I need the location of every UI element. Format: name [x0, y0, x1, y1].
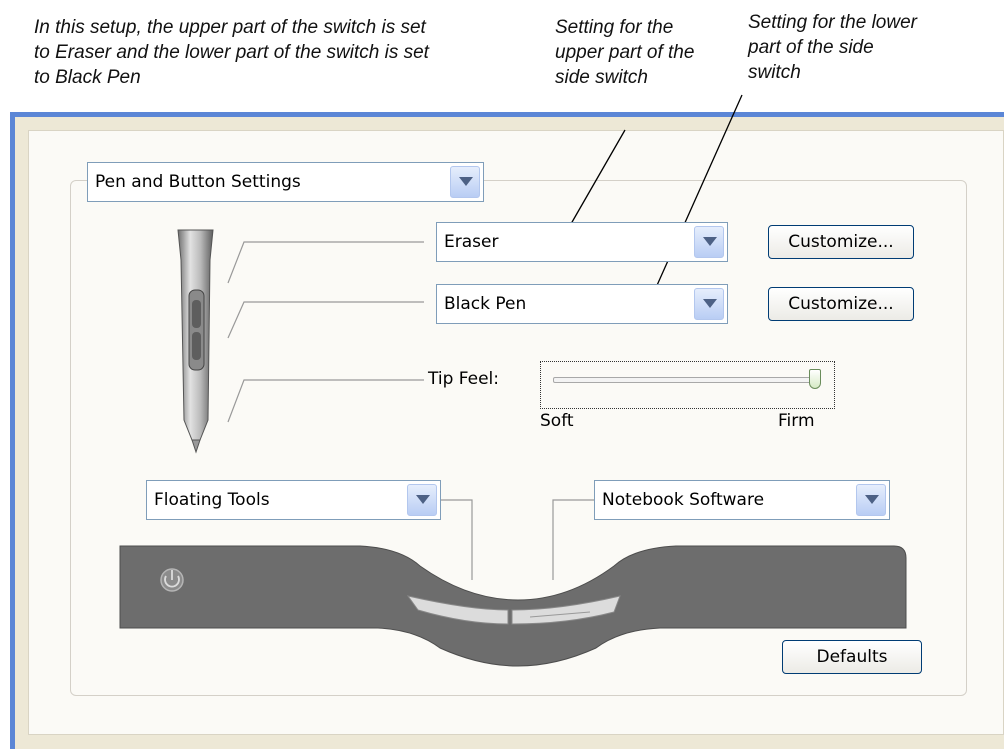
left-button-value: Floating Tools [154, 490, 270, 510]
chevron-down-icon[interactable] [694, 288, 724, 320]
tip-feel-soft-label: Soft [540, 411, 574, 431]
right-button-value: Notebook Software [602, 490, 765, 510]
tip-feel-thumb[interactable] [809, 369, 821, 389]
left-button-dropdown[interactable]: Floating Tools [146, 480, 441, 520]
connector-right-button [552, 499, 594, 580]
settings-mode-value: Pen and Button Settings [95, 172, 301, 192]
right-button-dropdown[interactable]: Notebook Software [594, 480, 890, 520]
pen-icon [177, 229, 214, 454]
lower-switch-dropdown[interactable]: Black Pen [436, 284, 728, 324]
illustration-layer [119, 94, 907, 667]
tip-feel-label: Tip Feel: [428, 369, 499, 389]
lower-switch-value: Black Pen [444, 294, 527, 314]
upper-customize-button[interactable]: Customize... [768, 225, 914, 259]
tip-feel-track[interactable] [553, 377, 820, 383]
lower-callout-leader [649, 94, 743, 302]
upper-switch-dropdown[interactable]: Eraser [436, 222, 728, 262]
defaults-button[interactable]: Defaults [782, 640, 922, 674]
chevron-down-icon[interactable] [450, 166, 480, 198]
chevron-down-icon[interactable] [694, 226, 724, 258]
settings-mode-dropdown[interactable]: Pen and Button Settings [87, 162, 484, 202]
connector-lower [227, 301, 424, 339]
lower-customize-button[interactable]: Customize... [768, 287, 914, 321]
tip-feel-slider[interactable] [540, 361, 835, 409]
connector-upper [227, 241, 424, 284]
chevron-down-icon[interactable] [856, 484, 886, 516]
chevron-down-icon[interactable] [407, 484, 437, 516]
connector-tip [227, 379, 424, 423]
connector-left-button [441, 499, 473, 580]
tip-feel-firm-label: Firm [778, 411, 815, 431]
upper-switch-value: Eraser [444, 232, 499, 252]
